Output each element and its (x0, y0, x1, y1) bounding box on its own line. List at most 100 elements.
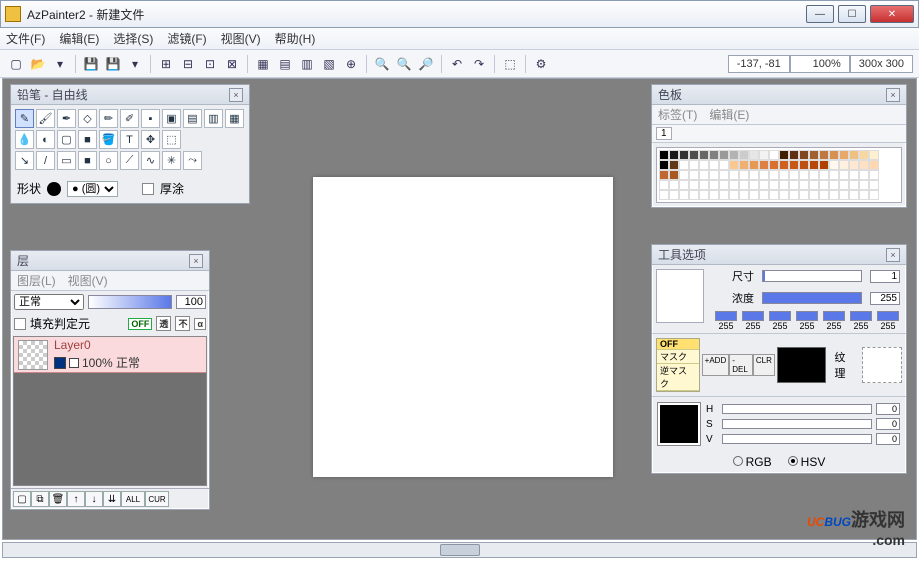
palette-swatch[interactable] (729, 180, 739, 190)
palette-swatch[interactable] (709, 190, 719, 200)
palette-swatch[interactable] (679, 170, 689, 180)
mini-slider[interactable] (823, 311, 845, 321)
palette-swatch[interactable] (659, 170, 669, 180)
blur-tool-icon[interactable]: 💧 (15, 130, 34, 149)
dot-tool-icon[interactable]: ▪ (141, 109, 160, 128)
pattern-tool-icon[interactable]: ▦ (225, 109, 244, 128)
palette-swatch[interactable] (829, 150, 839, 160)
palette-swatch[interactable] (869, 180, 879, 190)
palette-panel-close-icon[interactable]: × (886, 88, 900, 102)
palette-swatch[interactable] (749, 170, 759, 180)
palette-swatch[interactable] (709, 180, 719, 190)
layer-up-icon[interactable]: ↑ (67, 491, 85, 507)
palette-swatch[interactable] (799, 160, 809, 170)
palette-swatch[interactable] (699, 160, 709, 170)
palette-swatch[interactable] (829, 170, 839, 180)
mini-slider[interactable] (742, 311, 764, 321)
fill-tool-icon[interactable]: ▤ (183, 109, 202, 128)
layer-cur-button[interactable]: CUR (145, 491, 169, 507)
shape-select[interactable]: ● (圆) (67, 181, 118, 197)
palette-swatch[interactable] (769, 150, 779, 160)
palette-swatch[interactable] (749, 180, 759, 190)
palette-swatch[interactable] (859, 150, 869, 160)
smudge-tool-icon[interactable]: ◐ (36, 130, 55, 149)
palette-swatch[interactable] (789, 180, 799, 190)
menu-help[interactable]: 帮助(H) (275, 30, 316, 47)
mask-clr-button[interactable]: CLR (753, 354, 775, 376)
text-tool-icon[interactable]: T (120, 130, 139, 149)
pen-tool-icon[interactable]: ✒ (57, 109, 76, 128)
palette-swatch[interactable] (769, 170, 779, 180)
palette-swatch[interactable] (819, 180, 829, 190)
menu-file[interactable]: 文件(F) (6, 30, 45, 47)
palette-swatch[interactable] (699, 170, 709, 180)
horizontal-scrollbar[interactable] (2, 542, 917, 558)
palette-swatch[interactable] (859, 160, 869, 170)
palette-swatch[interactable] (759, 190, 769, 200)
palette-swatch[interactable] (679, 160, 689, 170)
curve-tool-icon[interactable]: ∿ (141, 151, 160, 170)
s-value[interactable]: 0 (876, 418, 900, 430)
layer-all-button[interactable]: ALL (121, 491, 145, 507)
grid-4-icon[interactable]: ▧ (319, 54, 339, 74)
palette-swatch[interactable] (709, 170, 719, 180)
panel-4-icon[interactable]: ⊠ (222, 54, 242, 74)
spline-tool-icon[interactable]: ⤳ (183, 151, 202, 170)
layer-item[interactable]: Layer0 100% 正常 (14, 337, 206, 373)
palette-swatch[interactable] (799, 170, 809, 180)
palette-swatch[interactable] (869, 170, 879, 180)
palette-swatch[interactable] (719, 190, 729, 200)
palette-swatch[interactable] (759, 160, 769, 170)
zoom-fit-icon[interactable]: 🔎 (416, 54, 436, 74)
opacity-slider[interactable] (88, 295, 172, 309)
palette-tab-1[interactable]: 1 (656, 127, 672, 140)
mask-mask-button[interactable]: マスク (657, 350, 699, 364)
palette-swatch[interactable] (779, 160, 789, 170)
palette-swatch[interactable] (659, 160, 669, 170)
palette-swatch[interactable] (679, 190, 689, 200)
paint-tool-icon[interactable]: ▣ (162, 109, 181, 128)
thick-checkbox[interactable] (142, 183, 154, 195)
palette-swatch[interactable] (849, 150, 859, 160)
palette-swatch[interactable] (829, 160, 839, 170)
palette-swatch[interactable] (819, 160, 829, 170)
palette-swatch[interactable] (869, 150, 879, 160)
menu-select[interactable]: 选择(S) (113, 30, 153, 47)
layer-copy-icon[interactable]: ⧉ (31, 491, 49, 507)
layer-panel-close-icon[interactable]: × (189, 254, 203, 268)
palette-swatch[interactable] (849, 170, 859, 180)
move-tool-icon[interactable]: ✥ (141, 130, 160, 149)
palette-swatch[interactable] (779, 190, 789, 200)
layer-delete-icon[interactable]: 🗑 (49, 491, 67, 507)
s-slider[interactable] (722, 419, 872, 429)
mini-slider[interactable] (796, 311, 818, 321)
density-slider[interactable] (762, 292, 862, 304)
palette-swatch[interactable] (869, 190, 879, 200)
bucket-tool-icon[interactable]: 🪣 (99, 130, 118, 149)
palette-swatch[interactable] (689, 170, 699, 180)
palette-swatch[interactable] (839, 180, 849, 190)
mini-slider[interactable] (850, 311, 872, 321)
pencil-tool-icon[interactable]: ✎ (15, 109, 34, 128)
palette-swatch[interactable] (809, 160, 819, 170)
palette-swatch[interactable] (729, 160, 739, 170)
options-panel-close-icon[interactable]: × (886, 248, 900, 262)
menu-edit[interactable]: 编辑(E) (59, 30, 99, 47)
layer-alpha-button[interactable]: α (194, 318, 206, 330)
palette-swatch[interactable] (689, 160, 699, 170)
palette-swatch[interactable] (779, 150, 789, 160)
palette-swatch[interactable] (749, 160, 759, 170)
palette-swatch[interactable] (769, 190, 779, 200)
close-button[interactable]: ✕ (870, 5, 914, 23)
palette-swatch[interactable] (789, 190, 799, 200)
palette-swatch[interactable] (669, 190, 679, 200)
brush-tool-icon[interactable]: 🖌 (36, 109, 55, 128)
grid-5-icon[interactable]: ⊕ (341, 54, 361, 74)
palette-swatch[interactable] (769, 160, 779, 170)
rgb-radio[interactable]: RGB (733, 455, 772, 469)
select-tool-icon[interactable]: ⬚ (162, 130, 181, 149)
palette-swatch[interactable] (699, 180, 709, 190)
layer-vis-icon[interactable] (69, 358, 79, 368)
ellipse-tool-icon[interactable]: ○ (99, 151, 118, 170)
palette-menu-edit[interactable]: 编辑(E) (709, 106, 749, 123)
